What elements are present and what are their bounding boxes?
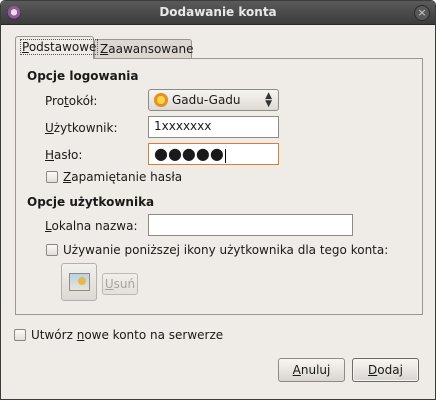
local-name-label: Lokalna nazwa: — [45, 219, 138, 233]
text-caret — [224, 148, 226, 163]
local-name-input[interactable] — [148, 214, 353, 236]
protocol-value: Gadu-Gadu — [172, 93, 241, 107]
gadu-gadu-icon — [154, 93, 168, 107]
password-dots: ●●●●● — [154, 144, 224, 163]
protocol-select[interactable]: Gadu-Gadu ▲ ▼ — [148, 89, 279, 111]
use-icon-checkbox[interactable] — [46, 244, 58, 256]
picture-icon — [69, 273, 90, 291]
password-label: Hasło: — [45, 148, 83, 162]
create-account-checkbox[interactable] — [14, 329, 26, 341]
titlebar[interactable]: Dodawanie konta × — [1, 1, 435, 25]
username-label: Użytkownik: — [45, 121, 118, 135]
remember-password-label[interactable]: Zapamiętanie hasła — [63, 170, 182, 184]
username-input[interactable]: 1xxxxxxx — [148, 116, 279, 138]
tab-zaawansowane[interactable]: Zaawansowane — [94, 39, 193, 59]
add-button[interactable]: Dodaj — [352, 358, 419, 382]
create-account-label[interactable]: Utwórz nowe konto na serwerze — [31, 328, 223, 342]
remove-icon-button[interactable]: Usuń — [102, 273, 138, 295]
close-icon[interactable]: × — [414, 5, 430, 21]
remember-password-checkbox[interactable] — [46, 171, 58, 183]
window-title: Dodawanie konta — [159, 5, 277, 19]
protocol-label: Protokół: — [45, 94, 98, 108]
use-icon-label[interactable]: Używanie poniższej ikony użytkownika dla… — [63, 243, 388, 257]
cancel-button[interactable]: Anuluj — [278, 358, 345, 382]
password-input[interactable]: ●●●●● — [148, 143, 279, 165]
user-options-heading: Opcje użytkownika — [27, 195, 155, 209]
buddy-icon-button[interactable] — [61, 263, 97, 301]
dialog-window: Dodawanie konta × Podstawowe Zaawansowan… — [0, 0, 436, 400]
login-options-heading: Opcje logowania — [27, 69, 139, 83]
updown-arrows-icon: ▲ ▼ — [265, 91, 272, 109]
tab-podstawowe[interactable]: Podstawowe — [15, 36, 99, 59]
